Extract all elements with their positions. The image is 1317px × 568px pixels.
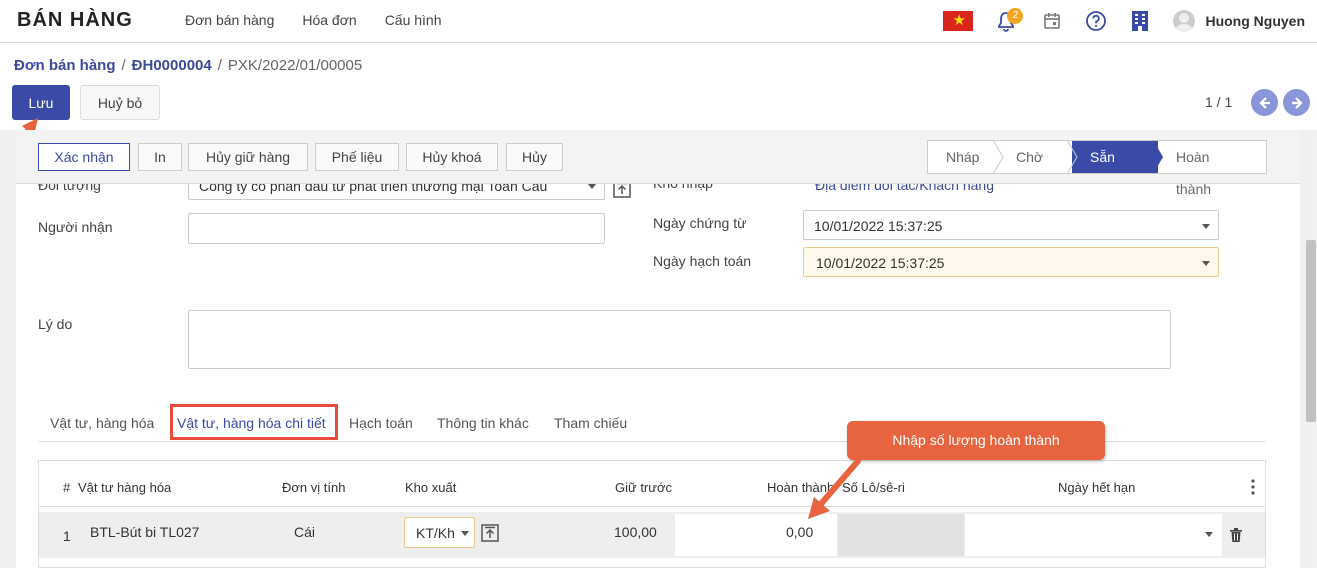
chevron-down-icon	[1202, 224, 1210, 229]
pager-previous-button[interactable]	[1251, 89, 1278, 116]
discard-button[interactable]: Huỷ bỏ	[80, 85, 160, 120]
save-button[interactable]: Lưu	[12, 85, 70, 120]
recipient-input[interactable]	[188, 213, 605, 244]
arrow-left-icon	[1258, 96, 1270, 109]
open-record-icon[interactable]	[481, 524, 499, 542]
user-avatar[interactable]	[1173, 10, 1196, 32]
document-date-label: Ngày chứng từ	[653, 215, 747, 231]
table-header-divider	[39, 506, 1265, 507]
recipient-label: Người nhận	[38, 219, 113, 235]
unreserve-button[interactable]: Hủy giữ hàng	[188, 143, 308, 171]
row-index: 1	[63, 528, 71, 544]
arrow-right-icon	[1291, 96, 1303, 109]
scrap-button[interactable]: Phế liệu	[315, 143, 399, 171]
accounting-date-input[interactable]: 10/01/2022 15:37:25	[803, 247, 1219, 277]
user-name[interactable]: Huong Nguyen	[1205, 13, 1305, 29]
row-warehouse-select[interactable]: KT/Kh	[404, 517, 475, 548]
col-header-warehouse[interactable]: Kho xuất	[405, 480, 456, 495]
breadcrumb-current: PXK/2022/01/00005	[227, 57, 363, 74]
main-menu: Đơn bán hàng Hóa đơn Cấu hình	[185, 12, 470, 28]
reason-textarea[interactable]	[188, 310, 1171, 369]
row-product[interactable]: BTL-Bút bi TL027	[90, 524, 199, 540]
col-header-product[interactable]: Vật tư hàng hóa	[78, 480, 171, 495]
row-reserved: 100,00	[614, 524, 657, 540]
breadcrumb-order[interactable]: ĐH0000004	[132, 57, 212, 74]
annotation-arrow-done	[808, 458, 861, 519]
document-date-value: 10/01/2022 15:37:25	[814, 218, 943, 234]
menu-item-configuration[interactable]: Cấu hình	[385, 12, 442, 28]
cancel-transfer-button[interactable]: Hủy	[506, 143, 563, 171]
chevron-down-icon	[588, 184, 596, 189]
accounting-date-value: 10/01/2022 15:37:25	[816, 255, 945, 271]
menu-item-invoices[interactable]: Hóa đơn	[302, 12, 356, 28]
menu-item-sales-orders[interactable]: Đơn bán hàng	[185, 12, 274, 28]
calendar-icon[interactable]	[1041, 10, 1063, 32]
col-header-uom[interactable]: Đơn vị tính	[282, 480, 345, 495]
vietnam-flag-icon[interactable]	[943, 11, 974, 31]
tab-references[interactable]: Tham chiếu	[554, 415, 627, 431]
trash-icon[interactable]	[1230, 528, 1242, 542]
help-icon[interactable]	[1085, 10, 1107, 32]
tab-accounting[interactable]: Hạch toán	[349, 415, 413, 431]
notification-button[interactable]: 2	[997, 8, 1024, 33]
row-expiry-select[interactable]	[965, 514, 1222, 556]
tab-products[interactable]: Vật tư, hàng hóa	[50, 415, 154, 431]
accounting-date-label: Ngày hạch toán	[653, 253, 752, 269]
breadcrumb-sales-orders[interactable]: Đơn bán hàng	[14, 57, 116, 74]
document-date-input[interactable]: 10/01/2022 15:37:25	[803, 210, 1219, 240]
stage-separators	[992, 140, 1163, 174]
nav-icons: 2 Huong Nguyen	[943, 7, 1305, 35]
column-options-icon[interactable]	[1250, 479, 1256, 495]
unlock-button[interactable]: Hủy khoá	[406, 143, 498, 171]
company-building-icon[interactable]	[1129, 10, 1151, 32]
app-title[interactable]: BÁN HÀNG	[17, 9, 133, 32]
confirm-button[interactable]: Xác nhận	[38, 143, 130, 171]
chevron-down-icon	[1202, 261, 1210, 266]
breadcrumb-separator: /	[121, 57, 126, 74]
page-scrollbar-thumb[interactable]	[1306, 240, 1316, 422]
reason-label: Lý do	[38, 316, 73, 332]
col-header-index: #	[63, 480, 71, 495]
top-navbar: BÁN HÀNG Đơn bán hàng Hóa đơn Cấu hình 2…	[0, 0, 1317, 43]
breadcrumb: Đơn bán hàng / ĐH0000004 / PXK/2022/01/00005	[14, 57, 362, 74]
col-header-expiry[interactable]: Ngày hết hạn	[1058, 480, 1135, 495]
breadcrumb-separator: /	[217, 57, 222, 74]
print-button[interactable]: In	[138, 143, 182, 171]
pager-value: 1 / 1	[1205, 94, 1233, 110]
chevron-down-icon	[1205, 532, 1213, 537]
row-done-value[interactable]: 0,00	[786, 524, 813, 540]
notification-badge: 2	[1007, 8, 1024, 24]
pager-next-button[interactable]	[1283, 89, 1310, 116]
tab-other-info[interactable]: Thông tin khác	[437, 415, 529, 431]
annotation-callout: Nhập số lượng hoàn thành	[847, 421, 1105, 460]
col-header-reserved[interactable]: Giữ trước	[615, 480, 672, 495]
chevron-down-icon	[461, 531, 469, 536]
row-uom[interactable]: Cái	[294, 524, 315, 540]
tab-product-details[interactable]: Vật tư, hàng hóa chi tiết	[177, 415, 326, 431]
row-warehouse-value: KT/Kh	[416, 525, 455, 541]
